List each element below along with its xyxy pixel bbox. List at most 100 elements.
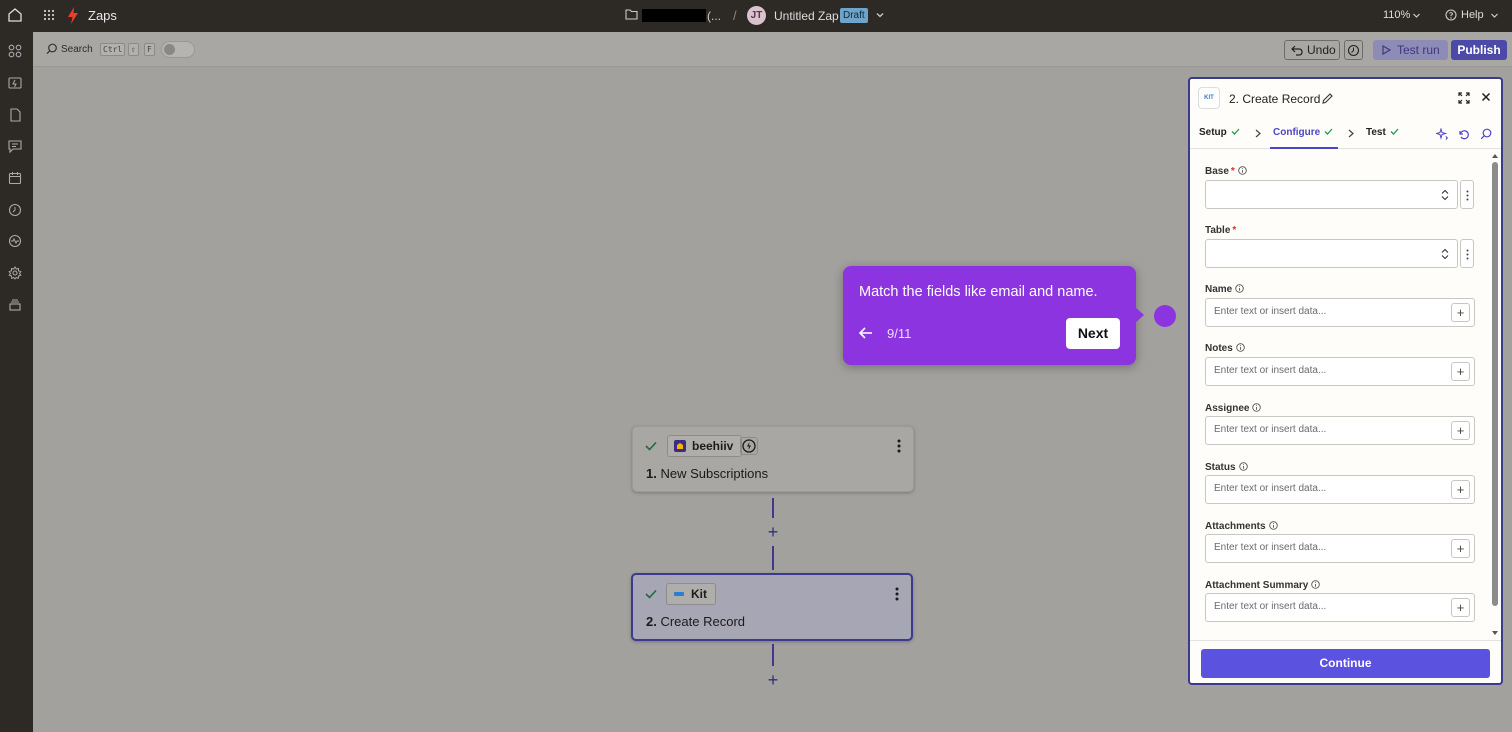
tab-test[interactable]: Test xyxy=(1366,127,1399,138)
tooltip-step-counter: 9/11 xyxy=(887,326,912,341)
scrollbar-thumb[interactable] xyxy=(1492,162,1498,606)
config-fields: Base * Table * Name Enter text or insert d… xyxy=(1190,150,1501,640)
panel-tabs: Setup Configure Test xyxy=(1190,119,1501,149)
add-step-button[interactable]: + xyxy=(764,671,782,689)
chevron-down-icon[interactable] xyxy=(1412,11,1421,20)
info-icon[interactable] xyxy=(1268,521,1278,530)
info-icon[interactable] xyxy=(1311,580,1321,589)
more-options-icon[interactable] xyxy=(895,587,899,601)
undo-label: Undo xyxy=(1307,43,1336,57)
folder-ellipsis: (... xyxy=(707,9,721,23)
ai-sparkle-icon[interactable] xyxy=(1436,128,1448,140)
history-icon[interactable] xyxy=(8,203,22,217)
breadcrumb-separator: / xyxy=(733,8,737,23)
select-updown-icon xyxy=(1441,189,1449,201)
refresh-icon[interactable] xyxy=(1458,128,1470,140)
info-icon[interactable] xyxy=(1252,403,1262,412)
info-icon[interactable] xyxy=(1235,284,1244,293)
attachments-input[interactable]: Enter text or insert data... + xyxy=(1205,534,1475,563)
zap-title[interactable]: Untitled Zap xyxy=(774,9,839,23)
app-chip[interactable]: beehiiv xyxy=(667,435,743,457)
add-step-button[interactable]: + xyxy=(764,523,782,541)
document-icon[interactable] xyxy=(8,108,22,122)
play-icon xyxy=(1382,45,1391,55)
toggle-switch[interactable] xyxy=(161,41,195,58)
base-options-button[interactable] xyxy=(1460,180,1474,209)
step-card-trigger[interactable]: beehiiv 1. New Subscriptions xyxy=(632,426,914,492)
app-name[interactable]: Zaps xyxy=(88,8,117,23)
test-run-button[interactable]: Test run xyxy=(1373,40,1448,60)
canvas-toolbar: Search Ctrl ⇧ F Undo Test run Publish xyxy=(33,32,1512,67)
next-button[interactable]: Next xyxy=(1066,318,1120,349)
chevron-down-icon[interactable] xyxy=(1490,11,1499,20)
status-input[interactable]: Enter text or insert data... + xyxy=(1205,475,1475,504)
help-icon[interactable] xyxy=(1445,9,1457,21)
arrow-left-icon[interactable] xyxy=(859,327,873,339)
chevron-down-icon[interactable] xyxy=(875,10,885,20)
zap-inbox-icon[interactable] xyxy=(8,76,22,90)
info-icon[interactable] xyxy=(1236,343,1245,352)
chat-icon[interactable] xyxy=(8,139,22,153)
tour-beacon[interactable] xyxy=(1154,305,1176,327)
step-card-action[interactable]: Kit 2. Create Record xyxy=(631,573,913,641)
input-placeholder: Enter text or insert data... xyxy=(1214,306,1327,317)
home-icon[interactable] xyxy=(8,8,22,22)
kebab-icon xyxy=(1466,190,1469,201)
search-label[interactable]: Search xyxy=(61,44,93,55)
tab-setup[interactable]: Setup xyxy=(1199,127,1240,138)
step-number: 1. xyxy=(646,466,657,481)
panel-title[interactable]: 2. Create Record xyxy=(1229,92,1320,106)
name-input[interactable]: Enter text or insert data... + xyxy=(1205,298,1475,327)
avatar[interactable]: JT xyxy=(747,6,766,25)
tab-configure[interactable]: Configure xyxy=(1273,127,1333,138)
insert-data-button[interactable]: + xyxy=(1451,539,1470,558)
top-bar: Zaps (... / JT Untitled Zap Draft 110% H… xyxy=(0,0,1512,32)
notes-input[interactable]: Enter text or insert data... + xyxy=(1205,357,1475,386)
label-text: Status xyxy=(1205,462,1236,473)
tab-label: Test xyxy=(1366,127,1386,138)
insert-data-button[interactable]: + xyxy=(1451,362,1470,381)
calendar-icon[interactable] xyxy=(8,171,22,185)
search-icon[interactable] xyxy=(46,43,58,55)
apps-grid-icon[interactable] xyxy=(43,9,55,21)
test-run-label: Test run xyxy=(1397,43,1440,57)
insert-data-button[interactable]: + xyxy=(1451,598,1470,617)
expand-icon[interactable] xyxy=(1458,92,1470,104)
base-select[interactable] xyxy=(1205,180,1458,209)
table-select[interactable] xyxy=(1205,239,1458,268)
version-history-button[interactable] xyxy=(1344,40,1363,60)
search-icon[interactable] xyxy=(1480,128,1492,140)
table-options-button[interactable] xyxy=(1460,239,1474,268)
publish-button[interactable]: Publish xyxy=(1451,40,1507,60)
field-label-table: Table * xyxy=(1205,225,1236,236)
close-icon[interactable] xyxy=(1481,92,1491,102)
kit-logo-icon xyxy=(674,592,684,596)
scroll-down-arrow[interactable] xyxy=(1492,631,1498,635)
attachment-summary-input[interactable]: Enter text or insert data... + xyxy=(1205,593,1475,622)
connector-line xyxy=(772,498,774,518)
zoom-level[interactable]: 110% xyxy=(1383,9,1410,21)
field-label-attachments: Attachments xyxy=(1205,521,1278,532)
continue-button[interactable]: Continue xyxy=(1201,649,1490,678)
folder-icon[interactable] xyxy=(625,9,638,20)
stack-icon[interactable] xyxy=(8,298,22,312)
info-icon[interactable] xyxy=(1238,462,1248,471)
field-label-notes: Notes xyxy=(1205,343,1245,354)
settings-icon[interactable] xyxy=(8,266,22,280)
activity-icon[interactable] xyxy=(8,234,22,248)
assignee-input[interactable]: Enter text or insert data... + xyxy=(1205,416,1475,445)
apps-icon[interactable] xyxy=(8,44,22,58)
chevron-right-icon xyxy=(1255,129,1261,138)
app-chip[interactable]: Kit xyxy=(666,583,716,605)
undo-icon xyxy=(1291,45,1303,56)
more-options-icon[interactable] xyxy=(897,439,901,453)
info-icon[interactable] xyxy=(1238,166,1247,175)
insert-data-button[interactable]: + xyxy=(1451,480,1470,499)
panel-scrollbar[interactable] xyxy=(1490,150,1501,640)
insert-data-button[interactable]: + xyxy=(1451,303,1470,322)
undo-button[interactable]: Undo xyxy=(1284,40,1340,60)
insert-data-button[interactable]: + xyxy=(1451,421,1470,440)
help-menu[interactable]: Help xyxy=(1461,9,1484,21)
pencil-icon[interactable] xyxy=(1322,93,1333,104)
scroll-up-arrow[interactable] xyxy=(1492,154,1498,158)
